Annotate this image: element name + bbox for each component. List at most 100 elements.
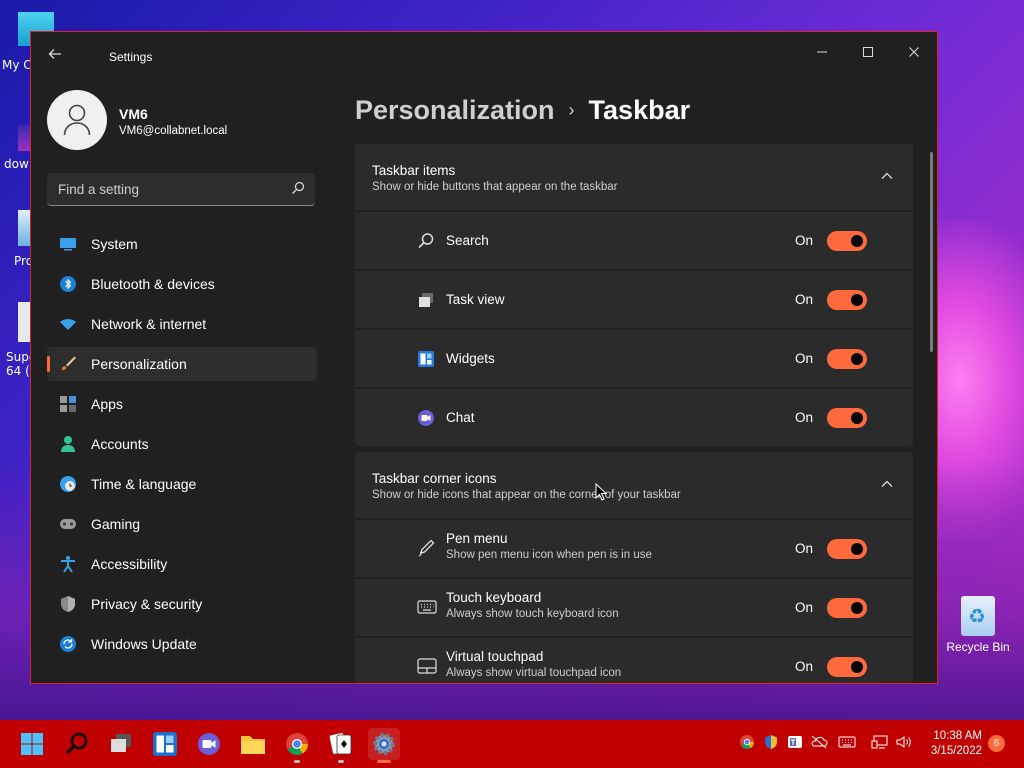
group-title: Taskbar items xyxy=(372,163,456,178)
widgets-toggle[interactable] xyxy=(827,349,867,369)
monitor-icon xyxy=(59,235,77,253)
sidebar-item-personalization[interactable]: Personalization xyxy=(47,347,317,381)
setting-row-widgets: Widgets On xyxy=(355,330,913,387)
chat-button[interactable] xyxy=(193,728,225,760)
sidebar-item-accounts[interactable]: Accounts xyxy=(47,427,317,461)
pen-menu-toggle[interactable] xyxy=(827,539,867,559)
chrome-button[interactable] xyxy=(281,728,313,763)
title-bar[interactable]: Settings xyxy=(31,32,937,80)
chevron-up-icon xyxy=(881,480,893,487)
toggle-state-label: On xyxy=(795,233,814,248)
sidebar-item-privacy-security[interactable]: Privacy & security xyxy=(47,587,317,621)
clock-date: 3/15/2022 xyxy=(930,745,982,757)
chat-toggle[interactable] xyxy=(827,408,867,428)
minimize-button[interactable] xyxy=(799,38,845,70)
desktop-icon-recycle-bin[interactable]: Recycle Bin xyxy=(940,596,1016,654)
taskbar-clock[interactable]: 10:38 AM 3/15/2022 xyxy=(922,729,982,759)
setting-row-chat: Chat On xyxy=(355,389,913,446)
sidebar-item-gaming[interactable]: Gaming xyxy=(47,507,317,541)
tray-teams-icon[interactable] xyxy=(786,734,804,752)
breadcrumb-parent[interactable]: Personalization xyxy=(355,95,555,126)
search-input[interactable] xyxy=(47,173,277,205)
mouse-cursor-icon xyxy=(595,483,607,501)
tray-network-icon[interactable] xyxy=(871,734,889,752)
solitaire-button[interactable] xyxy=(325,728,357,763)
notification-badge[interactable]: 6 xyxy=(988,735,1005,752)
minimize-icon xyxy=(817,51,827,53)
setting-subtitle: Always show touch keyboard icon xyxy=(446,608,619,620)
sidebar-nav: System Bluetooth & devices Network & int… xyxy=(47,227,317,667)
sidebar-item-label: Windows Update xyxy=(91,636,197,652)
sidebar-item-time-language[interactable]: Time & language xyxy=(47,467,317,501)
settings-window: Settings VM6 VM6@collabnet.local Find a … xyxy=(30,31,938,684)
close-button[interactable] xyxy=(891,38,937,70)
group-header-taskbar-corner-icons[interactable]: Taskbar corner icons Show or hide icons … xyxy=(355,452,913,518)
tray-keyboard-icon[interactable] xyxy=(838,734,856,752)
folder-icon xyxy=(241,736,265,754)
sidebar-item-accessibility[interactable]: Accessibility xyxy=(47,547,317,581)
tray-cloud-offline-icon[interactable] xyxy=(810,734,828,752)
sidebar-item-apps[interactable]: Apps xyxy=(47,387,317,421)
sidebar-item-label: Privacy & security xyxy=(91,596,203,612)
search-icon xyxy=(65,732,88,755)
tray-chrome-icon[interactable] xyxy=(738,734,756,752)
setting-title: Search xyxy=(446,233,489,248)
setting-title: Task view xyxy=(446,292,505,307)
sidebar-item-network[interactable]: Network & internet xyxy=(47,307,317,341)
settings-search[interactable] xyxy=(47,173,315,206)
widgets-icon xyxy=(153,732,177,756)
sidebar-item-windows-update[interactable]: Windows Update xyxy=(47,627,317,661)
setting-row-touch-keyboard: Touch keyboard Always show touch keyboar… xyxy=(355,579,913,636)
user-name: VM6 xyxy=(119,106,148,122)
taskbar-search-button[interactable] xyxy=(61,728,93,760)
shield-icon xyxy=(59,595,77,613)
tray-security-shield-icon[interactable] xyxy=(762,734,780,752)
toggle-state-label: On xyxy=(795,659,814,674)
sidebar-item-bluetooth[interactable]: Bluetooth & devices xyxy=(47,267,317,301)
chat-icon xyxy=(418,410,434,426)
user-profile[interactable]: VM6 VM6@collabnet.local xyxy=(47,90,327,150)
maximize-icon xyxy=(863,47,873,57)
pen-icon xyxy=(418,539,435,557)
toggle-state-label: On xyxy=(795,292,814,307)
gamepad-icon xyxy=(59,515,77,533)
group-title: Taskbar corner icons xyxy=(372,471,497,486)
task-view-toggle[interactable] xyxy=(827,290,867,310)
apps-icon xyxy=(59,395,77,413)
user-email: VM6@collabnet.local xyxy=(119,125,228,137)
active-indicator xyxy=(377,760,391,763)
sidebar-item-label: Apps xyxy=(91,396,123,412)
tray-volume-icon[interactable] xyxy=(895,734,913,752)
sidebar-item-label: Bluetooth & devices xyxy=(91,276,215,292)
search-toggle[interactable] xyxy=(827,231,867,251)
settings-taskbar-button[interactable] xyxy=(368,728,400,763)
file-explorer-button[interactable] xyxy=(237,728,269,760)
sidebar-item-label: Time & language xyxy=(91,476,197,492)
bluetooth-icon xyxy=(59,275,77,293)
virtual-touchpad-toggle[interactable] xyxy=(827,657,867,677)
task-view-button[interactable] xyxy=(105,728,137,760)
back-button[interactable] xyxy=(43,46,67,70)
chevron-up-icon xyxy=(881,172,893,179)
sidebar-item-label: Accessibility xyxy=(91,556,168,572)
close-icon xyxy=(909,47,919,57)
brush-icon xyxy=(59,355,77,373)
touch-keyboard-toggle[interactable] xyxy=(827,598,867,618)
sidebar-item-system[interactable]: System xyxy=(47,227,317,261)
setting-subtitle: Always show virtual touchpad icon xyxy=(446,667,622,679)
sidebar-item-label: Gaming xyxy=(91,516,141,532)
page-title: Taskbar xyxy=(588,94,691,125)
content-scrollbar[interactable] xyxy=(930,152,933,352)
setting-title: Virtual touchpad xyxy=(446,649,544,664)
setting-title: Chat xyxy=(446,410,475,425)
toggle-state-label: On xyxy=(795,541,814,556)
maximize-button[interactable] xyxy=(845,38,891,70)
account-icon xyxy=(59,435,77,453)
group-subtitle: Show or hide buttons that appear on the … xyxy=(372,181,618,193)
widgets-button[interactable] xyxy=(149,728,181,760)
start-button[interactable] xyxy=(16,728,48,760)
group-header-taskbar-items[interactable]: Taskbar items Show or hide buttons that … xyxy=(355,144,913,210)
gear-icon xyxy=(373,733,395,755)
person-icon xyxy=(63,104,91,136)
running-indicator xyxy=(338,760,344,763)
